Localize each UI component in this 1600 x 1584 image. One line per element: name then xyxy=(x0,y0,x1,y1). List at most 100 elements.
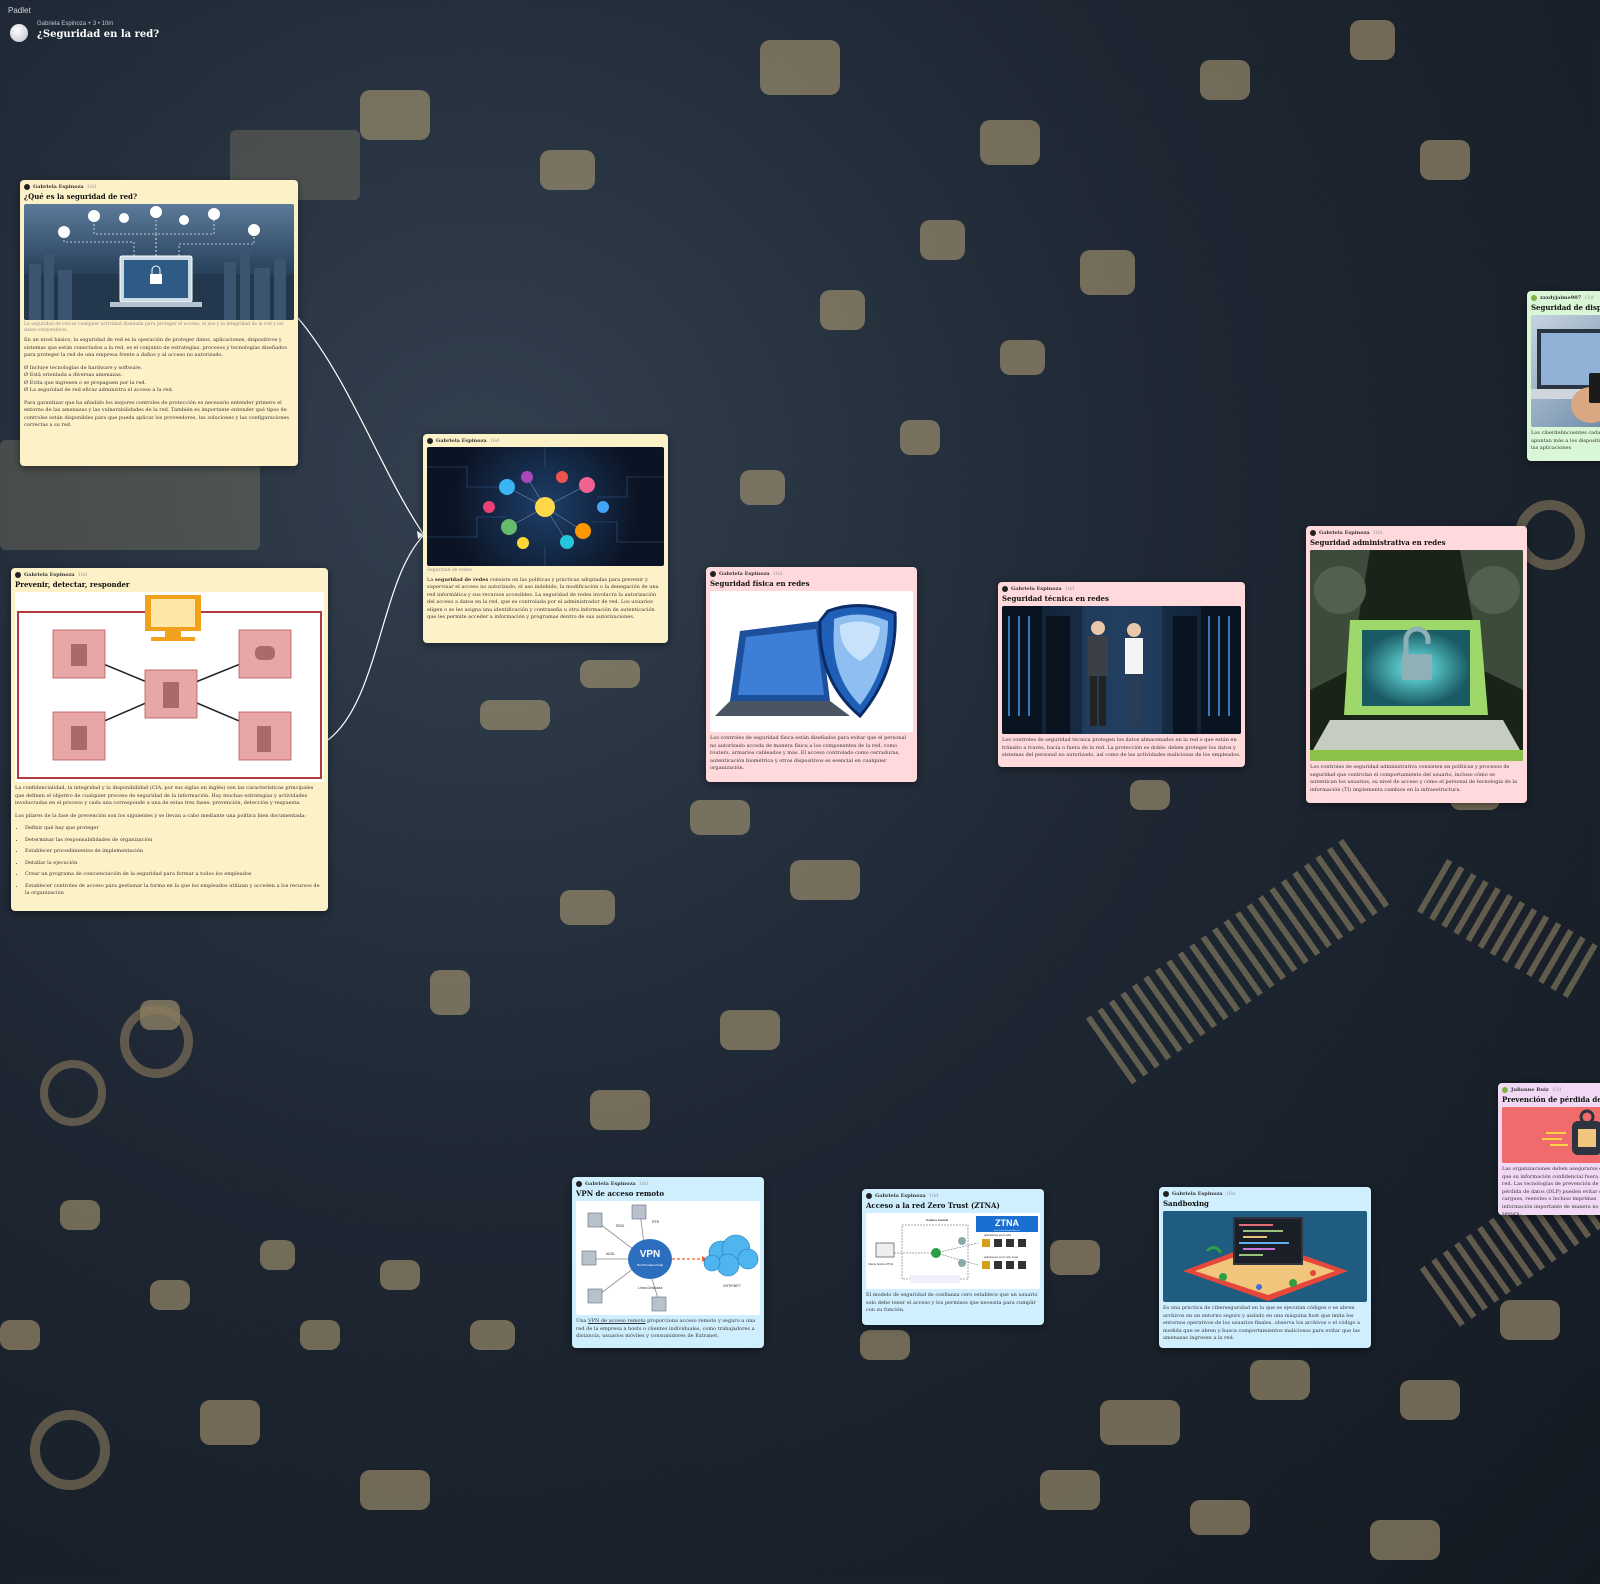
nube-label: aplicaciones en la nube xyxy=(984,1233,1012,1237)
post-title: Seguridad técnica en redes xyxy=(1002,594,1109,603)
cliente-label: Cliente Sophos ZTNA xyxy=(868,1262,893,1266)
post-body: Los controles de seguridad técnica prote… xyxy=(1002,737,1241,759)
hacker-laptop-image[interactable] xyxy=(1310,550,1523,762)
vpn-link[interactable]: VPN de acceso remoto xyxy=(588,1318,646,1324)
author-avatar xyxy=(1310,530,1316,536)
vpn-label: VPN xyxy=(640,1249,661,1260)
post-body: Es una práctica de ciberseguridad en la … xyxy=(1163,1305,1361,1342)
ztna-diagram-image[interactable]: ZTNA Zero Trust Network Access Sophos Ce… xyxy=(866,1213,1040,1290)
post-ztna[interactable]: Gabriela Espinoza 16d Acceso a la red Zer… xyxy=(862,1189,1044,1325)
post-author: Gabriela Espinoza 16d xyxy=(24,183,294,191)
bullet-line: Ø Incluye tecnologías de hardware y soft… xyxy=(24,364,143,371)
author-avatar xyxy=(1163,1191,1169,1197)
post-body: La seguridad de redes consiste en las po… xyxy=(427,577,664,622)
post-body: La confidencialidad, la integridad y la … xyxy=(15,785,324,898)
post-seguridad-de-redes[interactable]: Gabriela Espinoza 16d Seguridad de redes … xyxy=(423,434,668,643)
post-title: Prevención de pérdida de datos xyxy=(1502,1095,1600,1104)
adsl-label: ADSL xyxy=(606,1252,615,1256)
data-loss-image[interactable] xyxy=(1502,1107,1600,1164)
bullet-line: Ø Evita que ingresen o se propaguen por … xyxy=(24,379,147,386)
post-author: Gabriela Espinoza 16d xyxy=(1002,585,1241,593)
post-title: Seguridad física en redes xyxy=(710,579,810,588)
post-body: Los ciberdelincuentes cada vez apuntan m… xyxy=(1531,430,1600,452)
sandbox-image[interactable] xyxy=(1163,1211,1367,1303)
post-title: ¿Qué es la seguridad de red? xyxy=(24,192,138,201)
rtb-label: RTB xyxy=(652,1220,660,1224)
post-seguridad-dispositivos[interactable]: xxxdyjaime90715d Seguridad de dispositiv… xyxy=(1527,291,1600,461)
post-body: Una VPN de acceso remoto proporciona acc… xyxy=(576,1318,760,1341)
post-author: Gabriela Espinoza 16d xyxy=(710,570,913,578)
list-item: Crear un programa de concienciación de l… xyxy=(25,871,324,879)
bullet-line: Ø La seguridad de red eficaz administra … xyxy=(24,387,174,394)
author-avatar xyxy=(576,1181,582,1187)
post-title: Sandboxing xyxy=(1163,1199,1209,1208)
board-title[interactable]: ¿Seguridad en la red? xyxy=(37,29,159,40)
author-avatar xyxy=(15,572,21,578)
list-item: Establecer procedimientos de implementac… xyxy=(25,848,324,856)
ztna-sub: Zero Trust Network Access xyxy=(994,1229,1021,1232)
social-network-image[interactable] xyxy=(427,447,664,566)
paragraph: Los pilares de la fase de prevención son… xyxy=(15,812,307,819)
datacenter-image[interactable] xyxy=(1002,606,1241,735)
vpn-sub-label: Red Privada Virtual xyxy=(637,1263,663,1267)
list-item: Establecer controles de acceso para gest… xyxy=(25,883,324,898)
post-body: El modelo de seguridad de confianza cero… xyxy=(866,1292,1038,1314)
paragraph: En un nivel básico, la seguridad de red … xyxy=(24,337,287,359)
image-caption: Seguridad de redes xyxy=(427,568,472,573)
author-avatar xyxy=(24,184,30,190)
author-avatar xyxy=(1502,1087,1508,1093)
post-author: Gabriela Espinoza 16d xyxy=(866,1192,1040,1200)
post-author: Gabriela Espinoza 16d xyxy=(427,437,664,445)
prevention-list: Definir qué hay que proteger Determinar … xyxy=(15,825,324,898)
post-body: Los controles de seguridad física están … xyxy=(710,735,907,772)
image-caption: La seguridad de red es cualquier activid… xyxy=(24,322,284,334)
network-city-image[interactable] xyxy=(24,204,294,321)
post-title: Prevenir, detectar, responder xyxy=(15,580,130,589)
post-body: Los controles de seguridad administrativ… xyxy=(1310,764,1517,793)
post-que-es-seguridad[interactable]: Gabriela Espinoza 16d ¿Qué es la segurida… xyxy=(20,180,298,466)
post-sandboxing[interactable]: Gabriela Espinoza 16d Sandboxing Es una p… xyxy=(1159,1187,1371,1348)
post-seguridad-tecnica[interactable]: Gabriela Espinoza 16d Seguridad técnica e… xyxy=(998,582,1245,767)
vpn-diagram-image[interactable]: VPN Red Privada Virtual ADSL RDSI RTB Li… xyxy=(576,1201,760,1316)
post-body: En un nivel básico, la seguridad de red … xyxy=(24,337,294,430)
ztna-badge: ZTNA xyxy=(995,1218,1019,1228)
post-body: Las organizaciones deben asegurarse de q… xyxy=(1502,1166,1600,1215)
text-lead: Una xyxy=(576,1318,589,1325)
author-avatar xyxy=(1531,295,1537,301)
shield-laptop-image[interactable] xyxy=(710,591,913,733)
author-avatar xyxy=(866,1193,872,1199)
paragraph: Para garantizar que ha añadido los mejor… xyxy=(24,399,289,429)
post-title: Seguridad de dispositivos xyxy=(1531,303,1600,312)
post-title: Acceso a la red Zero Trust (ZTNA) xyxy=(866,1201,1000,1210)
author-avatar xyxy=(1002,586,1008,592)
central-label: Sophos Central xyxy=(926,1218,948,1222)
post-author: Gabriela Espinoza 16d xyxy=(15,571,324,579)
text-rest: consiste en las políticas y prácticas ad… xyxy=(427,576,659,621)
network-diagram-image[interactable] xyxy=(15,592,324,783)
post-title: Seguridad administrativa en redes xyxy=(1310,538,1446,547)
top-bar: Padlet Gabriela Espinoza + 3 • 10m ¿Segu… xyxy=(0,0,1600,50)
text-bold: seguridad de redes xyxy=(434,576,489,583)
author-avatar xyxy=(427,438,433,444)
internet-label: INTERNET xyxy=(723,1284,741,1288)
post-seguridad-fisica[interactable]: Gabriela Espinoza 16d Seguridad física en… xyxy=(706,567,917,782)
board-meta: Gabriela Espinoza + 3 • 10m xyxy=(37,21,114,27)
author-avatar xyxy=(710,571,716,577)
phone-laptop-image[interactable] xyxy=(1531,315,1600,428)
padlet-logo[interactable]: Padlet xyxy=(8,6,31,15)
post-author: xxxdyjaime907 15d xyxy=(1531,294,1600,302)
post-author: Gabriela Espinoza 16d xyxy=(576,1180,760,1188)
paragraph: La confidencialidad, la integridad y la … xyxy=(15,785,314,807)
dedicada-label: Linea Dedicada xyxy=(638,1286,662,1290)
post-prevenir-detectar[interactable]: Gabriela Espinoza 16d Prevenir, detectar,… xyxy=(11,568,328,911)
owner-avatar[interactable] xyxy=(10,24,28,42)
post-author: Gabriela Espinoza 16d xyxy=(1163,1190,1367,1198)
post-prevencion-perdida-datos[interactable]: Julianne Ruiz 15d Prevención de pérdida d… xyxy=(1498,1083,1600,1215)
post-author: Julianne Ruiz 15d xyxy=(1502,1086,1600,1094)
post-title: VPN de acceso remoto xyxy=(576,1189,664,1198)
post-seguridad-administrativa[interactable]: Gabriela Espinoza 16d Seguridad administr… xyxy=(1306,526,1527,803)
local-label: aplicaciones en la nube Local xyxy=(984,1255,1018,1259)
list-item: Definir qué hay que proteger xyxy=(25,825,324,833)
list-item: Determinar las responsabilidades de orga… xyxy=(25,837,324,845)
post-vpn-acceso-remoto[interactable]: Gabriela Espinoza 16d VPN de acceso remot… xyxy=(572,1177,764,1348)
